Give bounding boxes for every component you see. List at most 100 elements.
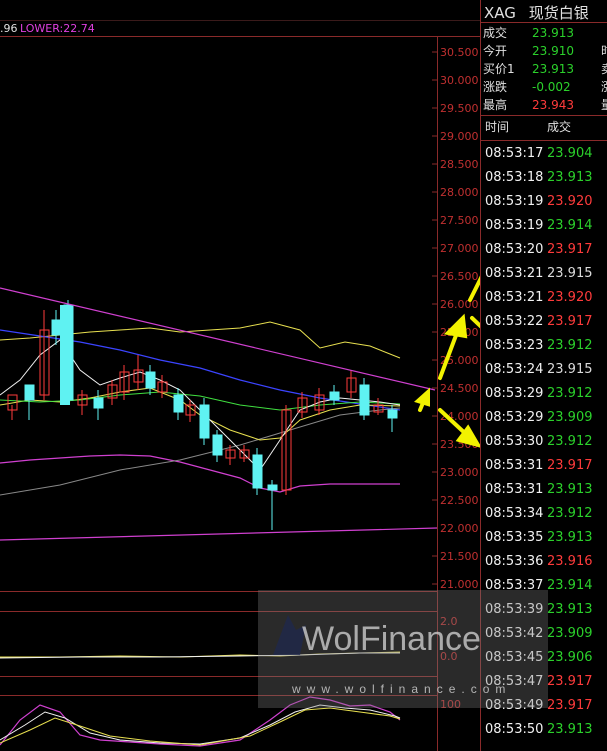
candle-body [212,434,223,456]
tick-time: 08:53:29 [485,386,544,401]
quote-row: 成交 23.913 [481,24,607,43]
tick-price: 23.912 [547,506,593,521]
quote-value: -0.002 [532,80,571,94]
tick-row[interactable]: 08:53:21 23.915 [481,262,607,285]
tick-price: 23.909 [547,626,593,641]
quote-label: 成交 [483,26,508,40]
axis-label: 21.500 [440,550,479,563]
axis-label: 22.500 [440,494,479,507]
tick-time: 08:53:30 [485,434,544,449]
quote-row: 买价1 23.913 卖 [481,60,607,79]
tick-price: 23.915 [547,362,593,377]
candle-body [173,394,184,413]
tick-row[interactable]: 08:53:18 23.913 [481,166,607,189]
tick-price: 23.904 [547,146,593,161]
candle-body [24,384,35,401]
tick-row[interactable]: 08:53:29 23.909 [481,406,607,429]
tick-time: 08:53:18 [485,170,544,185]
divider [481,22,607,23]
quote-extra: 卖 [601,60,607,79]
tick-time: 08:53:21 [485,290,544,305]
tick-row[interactable]: 08:53:17 23.904 [481,142,607,165]
quote-extra: 涨 [601,78,607,97]
tick-price: 23.917 [547,314,593,329]
symbol-name: 现货白银 [528,4,589,22]
axis-label: 23.000 [440,466,479,479]
tick-price: 23.914 [547,218,593,233]
tick-row[interactable]: 08:53:21 23.920 [481,286,607,309]
tick-price: 23.920 [547,194,593,209]
tick-row[interactable]: 08:53:24 23.915 [481,358,607,381]
tick-time: 08:53:17 [485,146,544,161]
quote-label: 最高 [483,98,508,112]
candle-body [145,371,156,389]
quote-value: 23.943 [532,98,574,112]
tick-price: 23.912 [547,434,593,449]
tick-time: 08:53:31 [485,458,544,473]
candle-body [93,397,104,409]
tick-time: 08:53:24 [485,362,544,377]
tick-price: 23.913 [547,170,593,185]
tick-price: 23.920 [547,290,593,305]
tick-row[interactable]: 08:53:20 23.917 [481,238,607,261]
watermark-url: www.wolfinance.com [292,682,512,696]
tick-price: 23.917 [547,458,593,473]
axis-label: 28.000 [440,186,479,199]
tick-row[interactable]: 08:53:34 23.912 [481,502,607,525]
tick-price: 23.913 [547,602,593,617]
tick-price: 23.913 [547,530,593,545]
oscillator-line-3 [0,707,401,746]
tick-price: 23.917 [547,242,593,257]
quote-label: 买价1 [483,62,515,76]
tick-price: 23.913 [547,722,593,737]
tick-price: 23.917 [547,698,593,713]
ticks-header-price: 成交 [547,120,572,134]
quote-extra: 时 [601,42,607,61]
tick-price: 23.906 [547,650,593,665]
watermark-brand: WolFinance [302,620,481,658]
tick-row[interactable]: 08:53:19 23.920 [481,190,607,213]
tick-time: 08:53:31 [485,482,544,497]
quote-value: 23.910 [532,44,574,58]
tick-price: 23.916 [547,554,593,569]
axis-label: 27.000 [440,242,479,255]
tick-row[interactable]: 08:53:36 23.916 [481,550,607,573]
oscillator-line-2 [0,704,401,745]
symbol-code: XAG [484,4,516,22]
tick-row[interactable]: 08:53:31 23.917 [481,454,607,477]
divider [481,115,607,116]
candle-body [329,391,340,401]
candle-body [359,384,370,416]
tick-row[interactable]: 08:53:29 23.912 [481,382,607,405]
support-line [0,527,438,541]
tick-time: 08:53:50 [485,722,544,737]
axis-label: 28.500 [440,158,479,171]
axis-label: 30.500 [440,46,479,59]
tick-price: 23.913 [547,482,593,497]
quote-label: 今开 [483,44,508,58]
tick-row[interactable]: 08:53:23 23.912 [481,334,607,357]
tick-row[interactable]: 08:53:22 23.917 [481,310,607,333]
tick-price: 23.912 [547,386,593,401]
axis-label: 26.000 [440,298,479,311]
candle-body [199,404,210,439]
axis-label: 30.000 [440,74,479,87]
tick-time: 08:53:34 [485,506,544,521]
axis-label: 26.500 [440,270,479,283]
quote-row: 最高 23.943 量 [481,96,607,115]
tick-row[interactable]: 08:53:31 23.913 [481,478,607,501]
tick-row[interactable]: 08:53:50 23.913 [481,718,607,741]
quote-value: 23.913 [532,26,574,40]
tick-time: 08:53:35 [485,530,544,545]
tick-time: 08:53:19 [485,218,544,233]
tick-row[interactable]: 08:53:35 23.913 [481,526,607,549]
tick-price: 23.909 [547,410,593,425]
candle-body [60,305,70,405]
axis-label: 29.000 [440,130,479,143]
tick-time: 08:53:20 [485,242,544,257]
tick-row[interactable]: 08:53:30 23.912 [481,430,607,453]
tick-row[interactable]: 08:53:19 23.914 [481,214,607,237]
tick-time: 08:53:22 [485,314,544,329]
candle-body [252,454,263,489]
quote-header: XAG 现货白银 [484,2,589,23]
